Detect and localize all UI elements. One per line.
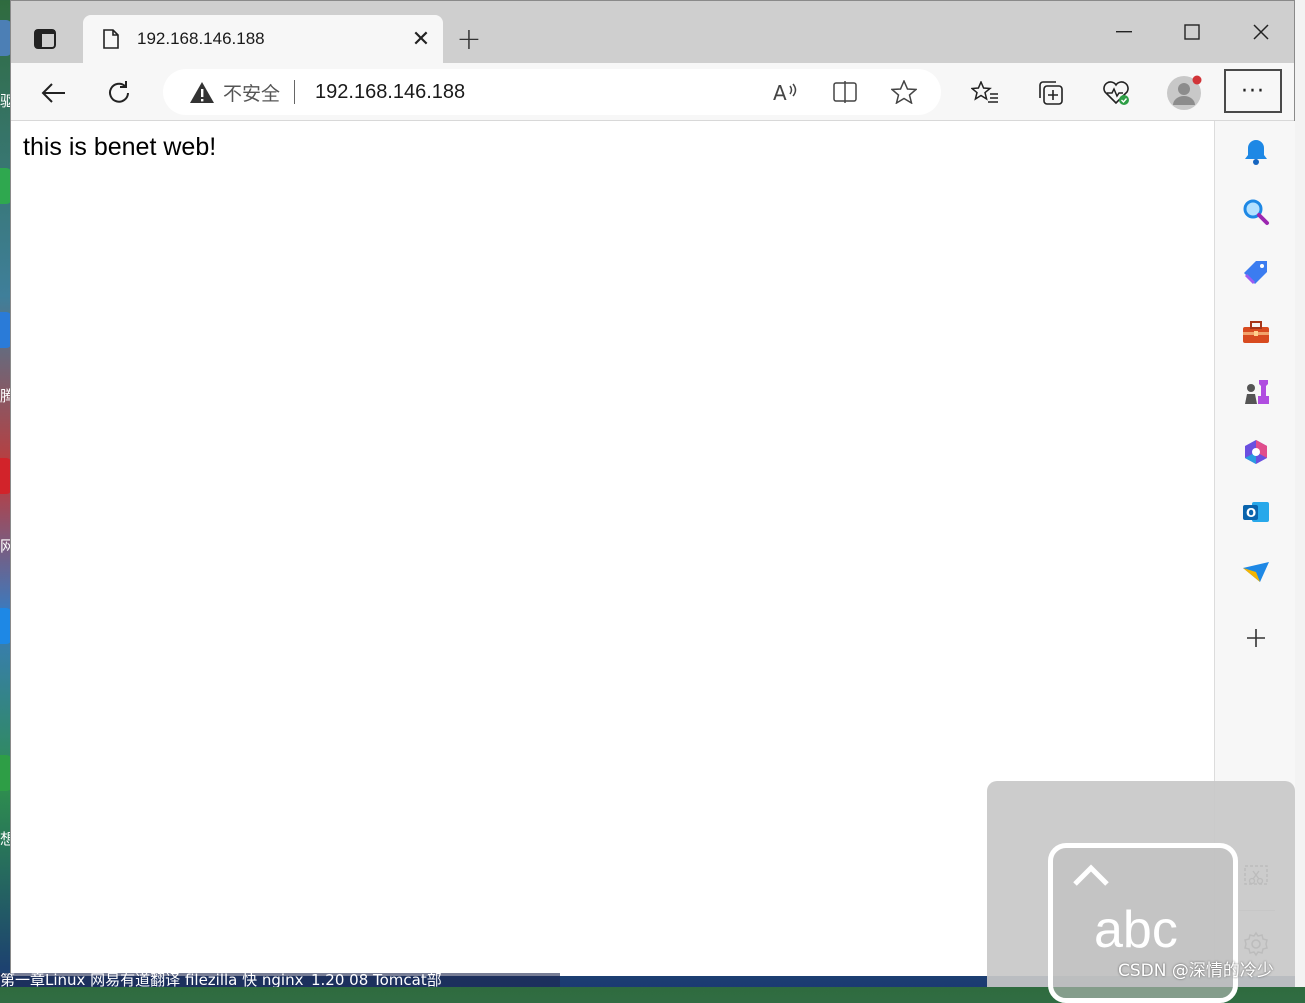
- page-document-icon: [101, 28, 121, 50]
- add-icon[interactable]: [1239, 621, 1273, 655]
- url-text[interactable]: 192.168.146.188: [315, 81, 465, 104]
- refresh-button[interactable]: [101, 75, 137, 111]
- warning-icon[interactable]: [189, 80, 215, 104]
- minimize-button[interactable]: [1101, 15, 1147, 49]
- games-icon[interactable]: [1239, 375, 1273, 409]
- address-bar[interactable]: 不安全 192.168.146.188 A: [163, 69, 941, 115]
- shopping-tag-icon[interactable]: [1239, 255, 1273, 289]
- navigation-toolbar: 不安全 192.168.146.188 A ···: [11, 63, 1294, 121]
- collections-icon[interactable]: [1033, 75, 1069, 111]
- tab-close-icon[interactable]: ✕: [409, 27, 433, 52]
- back-button[interactable]: [35, 75, 71, 111]
- bell-icon[interactable]: [1239, 135, 1273, 169]
- address-separator: [294, 80, 296, 104]
- outlook-icon[interactable]: O: [1239, 495, 1273, 529]
- active-tab[interactable]: 192.168.146.188 ✕: [83, 15, 443, 63]
- favorites-icon[interactable]: [967, 75, 1003, 111]
- caret-up-icon: [1069, 860, 1113, 890]
- watermark: CSDN @深情的冷少: [1118, 961, 1274, 981]
- tab-actions-icon[interactable]: [29, 23, 61, 55]
- maximize-button[interactable]: [1169, 15, 1215, 49]
- background-window-edge: [1295, 0, 1305, 987]
- svg-text:O: O: [1246, 506, 1256, 520]
- profile-avatar[interactable]: [1166, 75, 1202, 111]
- browser-essentials-icon[interactable]: [1098, 75, 1134, 111]
- office-icon[interactable]: [1239, 435, 1273, 469]
- toolbox-icon[interactable]: [1239, 315, 1273, 349]
- page-body-text: this is benet web!: [23, 133, 217, 161]
- immersive-reader-icon[interactable]: [830, 77, 860, 107]
- send-icon[interactable]: [1239, 555, 1273, 589]
- read-aloud-icon[interactable]: A: [771, 77, 801, 107]
- title-bar: 192.168.146.188 ✕ +: [11, 1, 1294, 63]
- security-status[interactable]: 不安全: [223, 79, 280, 106]
- svg-text:A: A: [773, 81, 787, 103]
- ime-mode-label: abc: [1094, 901, 1178, 959]
- close-window-button[interactable]: [1238, 15, 1284, 49]
- favorite-star-icon[interactable]: [889, 77, 919, 107]
- new-tab-button[interactable]: +: [451, 21, 487, 57]
- search-icon[interactable]: [1239, 195, 1273, 229]
- tab-title: 192.168.146.188: [137, 29, 265, 48]
- settings-and-more-button[interactable]: ···: [1224, 69, 1282, 113]
- taskbar-items[interactable]: 第一章Linux 网易有道翻译 filezilla 快 nginx_1.20 0…: [0, 973, 560, 987]
